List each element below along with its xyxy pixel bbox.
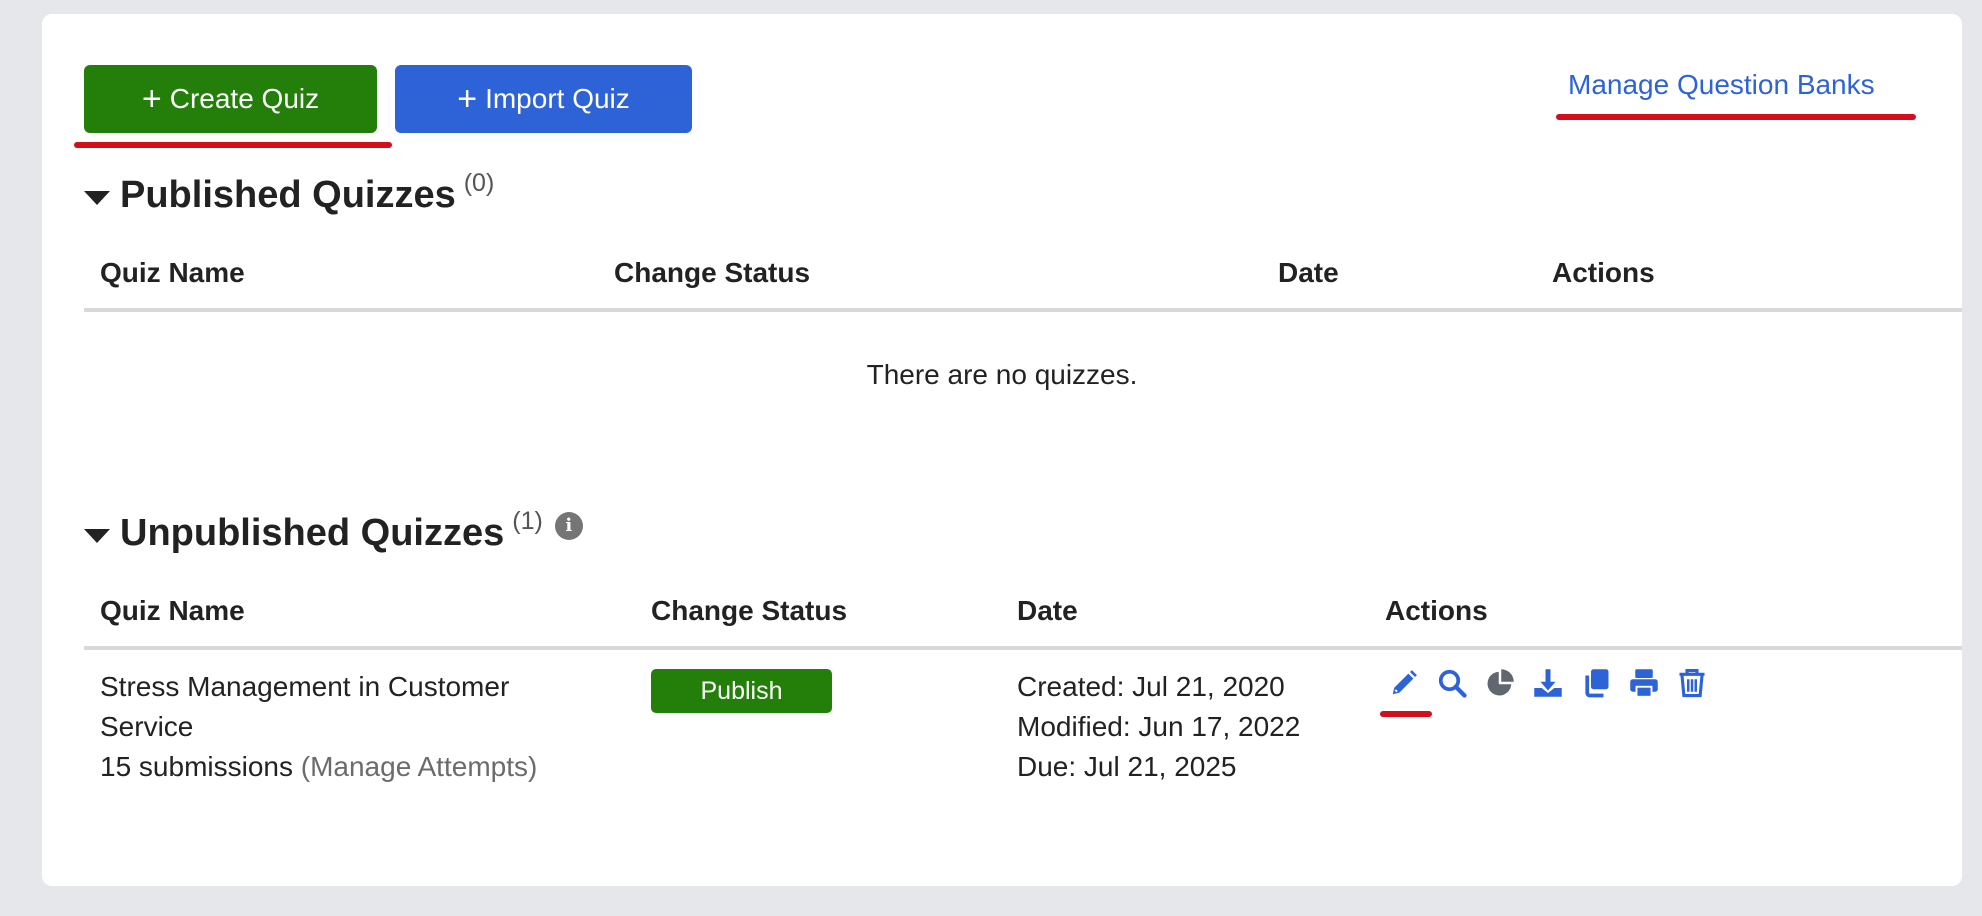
unpublished-count: (1) [512,507,543,535]
column-header-change-status: Change Status [614,257,811,288]
pencil-icon[interactable] [1387,666,1421,700]
published-section-title: Published Quizzes [120,174,456,216]
highlight-underline [1380,711,1432,717]
submissions-line: 15 submissions (Manage Attempts) [100,747,537,787]
modified-date: Modified: Jun 17, 2022 [1017,711,1301,742]
due-date: Due: Jul 21, 2025 [1017,751,1237,782]
date-cell: Created: Jul 21, 2020 Modified: Jun 17, … [1017,667,1300,787]
empty-message: There are no quizzes. [866,359,1138,390]
column-header-quiz-name: Quiz Name [100,257,245,288]
column-header-change-status: Change Status [651,595,848,626]
info-icon[interactable]: i [554,511,583,540]
highlight-underline [1556,114,1916,120]
import-quiz-button[interactable]: + Import Quiz [395,65,692,133]
submissions-count: 15 submissions [100,751,293,782]
published-count: (0) [463,169,495,197]
table-header-divider [84,646,1962,650]
unpublished-section-title: Unpublished Quizzes [120,512,505,554]
unpublished-section-toggle[interactable]: Unpublished Quizzes (1) i [84,507,583,555]
quiz-name-cell: Stress Management in Customer Service 15… [100,667,537,787]
column-header-date: Date [1278,257,1339,288]
highlight-underline [74,142,392,148]
created-date: Created: Jul 21, 2020 [1017,671,1285,702]
manage-question-banks-link[interactable]: Manage Question Banks [1568,69,1875,101]
caret-down-icon [84,528,110,543]
column-header-actions: Actions [1552,257,1655,288]
download-icon[interactable] [1531,666,1565,700]
create-quiz-button[interactable]: + Create Quiz [84,65,377,133]
column-header-date: Date [1017,595,1078,626]
import-quiz-label: Import Quiz [485,83,630,114]
caret-down-icon [84,190,110,205]
pie-chart-icon[interactable] [1483,666,1517,700]
plus-icon: + [141,80,162,118]
publish-button[interactable]: Publish [651,669,832,713]
trash-icon[interactable] [1675,666,1709,700]
create-quiz-label: Create Quiz [169,83,320,114]
row-actions [1387,666,1709,700]
search-icon[interactable] [1435,666,1469,700]
quiz-panel: + Create Quiz + Import Quiz Manage Quest… [42,14,1962,886]
quiz-name-line2: Service [100,711,194,742]
quiz-name-line1: Stress Management in Customer [100,671,510,702]
plus-icon: + [457,80,478,118]
print-icon[interactable] [1627,666,1661,700]
column-header-actions: Actions [1385,595,1488,626]
table-header-divider [84,308,1962,312]
published-section-toggle[interactable]: Published Quizzes (0) [84,169,494,217]
copy-icon[interactable] [1579,666,1613,700]
column-header-quiz-name: Quiz Name [100,595,245,626]
manage-attempts-link[interactable]: (Manage Attempts) [301,751,538,782]
